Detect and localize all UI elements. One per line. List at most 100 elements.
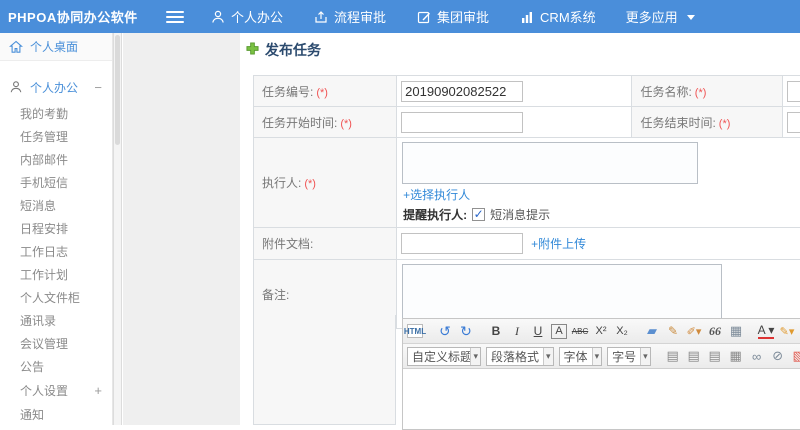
sidebar-item-personal-settings[interactable]: 个人设置 +: [0, 379, 112, 403]
underline-button[interactable]: U: [530, 322, 546, 340]
sidebar-item-personal-file-cabinet[interactable]: 个人文件柜: [0, 287, 112, 310]
sidebar-item-meeting-management[interactable]: 会议管理: [0, 333, 112, 356]
sidebar-item-personal-desktop[interactable]: 个人桌面: [0, 33, 112, 61]
app-logo: PHPOA协同办公软件: [0, 7, 152, 26]
required-mark: (*): [340, 118, 352, 130]
sidebar-item-short-message[interactable]: 短消息: [0, 195, 112, 218]
remind-executor-label: 提醒执行人:: [403, 206, 467, 223]
editor-toolbar-row1: HTML↺↻BIUAABCX²X₂▰✎✐▾66▦A ▾✎▾≡ ▾≡ ▾▯: [403, 319, 800, 344]
justify-button[interactable]: ▦: [728, 347, 744, 365]
sidebar-item-announcement[interactable]: 公告: [0, 356, 112, 379]
redo-button[interactable]: ↻: [458, 322, 474, 340]
paste-table-button[interactable]: ▦: [728, 322, 744, 340]
end-time-label: 任务结束时间:: [640, 116, 715, 130]
superscript-button[interactable]: X²: [593, 322, 609, 340]
nav-process-approval[interactable]: 流程审批: [313, 7, 386, 26]
start-time-label: 任务开始时间:: [262, 116, 337, 130]
select-executor-link[interactable]: +选择执行人: [403, 186, 800, 203]
required-mark: (*): [304, 178, 316, 190]
italic-button[interactable]: I: [509, 322, 525, 340]
task-name-label: 任务名称:: [640, 85, 691, 99]
sidebar-item-work-plan[interactable]: 工作计划: [0, 264, 112, 287]
align-center-button[interactable]: ▤: [686, 347, 702, 365]
caret-down-icon: [684, 9, 699, 24]
hamburger-menu-icon[interactable]: [166, 11, 184, 23]
paragraph-format-select[interactable]: 段落格式▾: [486, 347, 554, 366]
nav-more-apps[interactable]: 更多应用: [626, 7, 699, 26]
strikethrough-button[interactable]: ABC: [572, 322, 588, 340]
sidebar-item-label: 通知: [20, 408, 44, 422]
sidebar-item-internal-mail[interactable]: 内部邮件: [0, 149, 112, 172]
nav-crm-system[interactable]: CRM系统: [519, 7, 596, 26]
attachment-upload-link[interactable]: +附件上传: [531, 235, 586, 252]
font-family-select[interactable]: 字体▾: [559, 347, 603, 366]
nav-item-label: CRM系统: [540, 7, 596, 26]
required-mark: (*): [719, 118, 731, 130]
align-right-button[interactable]: ▤: [707, 347, 723, 365]
align-left-button[interactable]: ▤: [665, 347, 681, 365]
bar-chart-icon: [519, 9, 534, 24]
edit-icon: [416, 9, 431, 24]
subscript-button[interactable]: X₂: [614, 322, 630, 340]
link-button[interactable]: ∞: [749, 347, 765, 365]
end-time-input[interactable]: [787, 112, 800, 133]
custom-title-select[interactable]: 自定义标题▾: [407, 347, 481, 366]
sidebar-item-contacts[interactable]: 通讯录: [0, 310, 112, 333]
sidebar-item-work-log[interactable]: 工作日志: [0, 241, 112, 264]
collapse-icon[interactable]: −: [94, 80, 102, 95]
remark-label: 备注:: [262, 288, 289, 302]
image-button[interactable]: ▧: [791, 347, 800, 365]
bold-button[interactable]: B: [488, 322, 504, 340]
quote-button[interactable]: 66: [707, 322, 723, 340]
sidebar-item-task-management[interactable]: 任务管理: [0, 126, 112, 149]
sidebar-item-personal-office[interactable]: 个人办公 −: [0, 73, 112, 101]
editor-content-area[interactable]: [403, 369, 800, 429]
sidebar-office-list: 我的考勤任务管理内部邮件手机短信短消息日程安排工作日志工作计划个人文件柜通讯录会…: [0, 103, 112, 379]
nav-item-label: 个人办公: [231, 7, 283, 26]
remind-executor-row: 提醒执行人: ✓ 短消息提示: [403, 206, 800, 223]
remove-format-button[interactable]: A: [551, 324, 567, 339]
add-icon: [246, 42, 259, 58]
task-no-label: 任务编号:: [262, 85, 313, 99]
sidebar-item-schedule[interactable]: 日程安排: [0, 218, 112, 241]
format-painter-button[interactable]: ✐▾: [686, 322, 702, 340]
sidebar-item-label: 个人办公: [30, 79, 78, 96]
user-icon: [210, 9, 225, 24]
home-icon: [9, 40, 23, 54]
expand-icon[interactable]: +: [94, 379, 102, 403]
nav-personal-office[interactable]: 个人办公: [210, 7, 283, 26]
font-size-select[interactable]: 字号▾: [607, 347, 651, 366]
start-time-input[interactable]: [401, 112, 523, 133]
sidebar-item-my-attendance[interactable]: 我的考勤: [0, 103, 112, 126]
remark-textarea[interactable]: [402, 264, 722, 325]
attachment-input[interactable]: [401, 233, 523, 254]
nav-item-label: 集团审批: [437, 7, 489, 26]
sidebar-scrollbar[interactable]: [113, 33, 122, 425]
scrollbar-thumb[interactable]: [115, 35, 120, 145]
top-navigation-bar: PHPOA协同办公软件 个人办公 流程审批 集团审批 CRM系统 更多应用: [0, 0, 800, 33]
unlink-button[interactable]: ⊘: [770, 347, 786, 365]
sidebar: 个人桌面 个人办公 − 我的考勤任务管理内部邮件手机短信短消息日程安排工作日志工…: [0, 33, 113, 425]
share-icon: [313, 9, 328, 24]
rich-text-editor: HTML↺↻BIUAABCX²X₂▰✎✐▾66▦A ▾✎▾≡ ▾≡ ▾▯ 自定义…: [402, 318, 800, 430]
undo-button[interactable]: ↺: [437, 322, 453, 340]
sidebar-item-notice[interactable]: 通知: [0, 403, 112, 427]
sidebar-item-mobile-sms[interactable]: 手机短信: [0, 172, 112, 195]
nav-group-approval[interactable]: 集团审批: [416, 7, 489, 26]
highlight-button[interactable]: ✎▾: [779, 322, 795, 340]
editor-toolbar-row2: 自定义标题▾段落格式▾字体▾字号▾▤▤▤▦∞⊘▧▧▥: [403, 344, 800, 369]
nav-item-label: 流程审批: [334, 7, 386, 26]
sms-checkbox[interactable]: ✓: [472, 208, 485, 221]
task-name-input[interactable]: [787, 81, 800, 102]
page-title-row: 发布任务: [246, 40, 321, 60]
brush-button[interactable]: ✎: [665, 322, 681, 340]
executor-textarea[interactable]: [402, 142, 698, 184]
sidebar-item-label: 个人设置: [20, 384, 68, 398]
font-color-button[interactable]: A ▾: [758, 323, 774, 339]
attachment-label: 附件文档:: [262, 237, 313, 251]
required-mark: (*): [316, 87, 328, 99]
html-source-button[interactable]: HTML: [407, 324, 423, 338]
required-mark: (*): [695, 87, 707, 99]
eraser-button[interactable]: ▰: [644, 322, 660, 340]
task-no-input[interactable]: [401, 81, 523, 102]
